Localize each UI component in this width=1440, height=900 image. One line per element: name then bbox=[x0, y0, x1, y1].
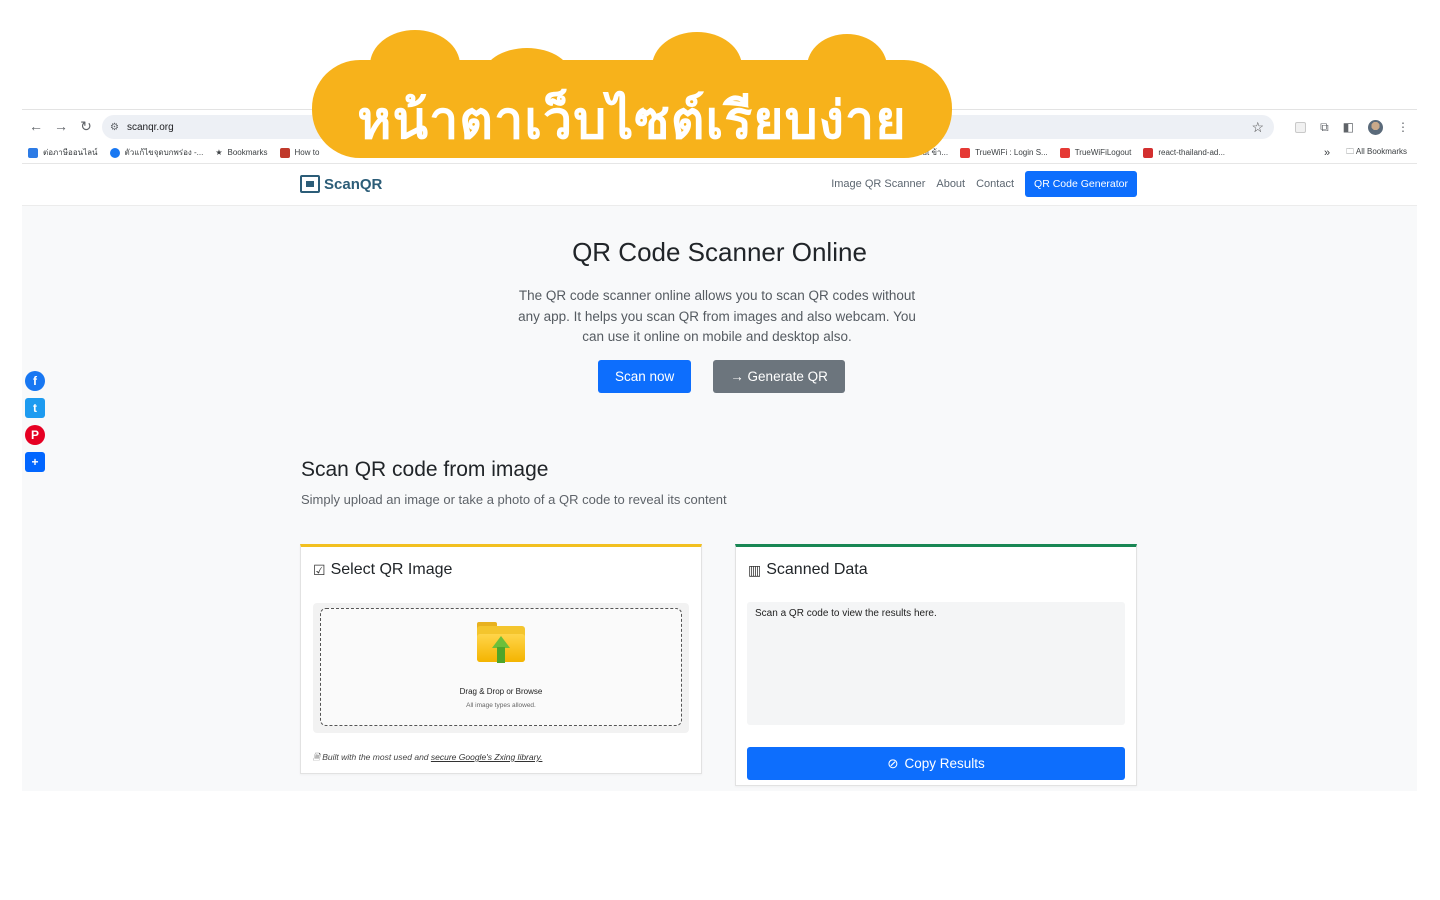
truewifi-favicon bbox=[1059, 147, 1070, 158]
facebook-favicon bbox=[109, 147, 120, 158]
bookmark-item[interactable]: ต่อภาษีออนไลน์ bbox=[28, 146, 98, 159]
bookmark-item[interactable]: react-thailand-ad... bbox=[1143, 147, 1225, 158]
bookmark-item[interactable]: ตัวแก้ไขจุดบกพร่อง -... bbox=[109, 146, 203, 159]
hero-title: QR Code Scanner Online bbox=[572, 237, 867, 267]
top-navigation: Image QR Scanner About Contact QR Code G… bbox=[831, 171, 1137, 197]
hero-description: The QR code scanner online allows you to… bbox=[518, 288, 916, 344]
copy-results-button[interactable]: ⊘ Copy Results bbox=[747, 747, 1125, 780]
results-textarea[interactable]: Scan a QR code to view the results here. bbox=[747, 602, 1125, 725]
zxing-link[interactable]: secure Google's Zxing library. bbox=[431, 752, 543, 762]
bookmark-favicon bbox=[28, 147, 38, 158]
dropzone-subtitle: All image types allowed. bbox=[466, 702, 536, 709]
facebook-icon[interactable]: f bbox=[25, 371, 45, 391]
nav-image-qr-scanner[interactable]: Image QR Scanner bbox=[831, 178, 925, 190]
bookmark-item[interactable]: TrueWiFiLogout bbox=[1059, 147, 1131, 158]
overlay-banner: หน้าตาเว็บไซต์เรียบง่าย bbox=[312, 30, 952, 158]
section-title: Scan QR code from image bbox=[301, 458, 549, 481]
nav-contact[interactable]: Contact bbox=[976, 178, 1014, 190]
bookmark-favicon bbox=[1143, 147, 1154, 158]
extension-icon[interactable] bbox=[1295, 121, 1307, 133]
scan-now-button[interactable]: Scan now bbox=[598, 360, 692, 393]
site-logo[interactable]: ScanQR bbox=[300, 175, 382, 193]
dropzone-wrapper: Drag & Drop or Browse All image types al… bbox=[313, 603, 689, 733]
dropzone-title: Drag & Drop or Browse bbox=[459, 687, 543, 696]
file-icon: 🗎 bbox=[313, 752, 320, 762]
bookmark-item[interactable]: TrueWiFi : Login S... bbox=[960, 147, 1048, 158]
library-footnote: 🗎 Built with the most used and secure Go… bbox=[313, 752, 543, 762]
forward-icon[interactable]: → bbox=[49, 114, 73, 138]
result-card-title: ▥ Scanned Data bbox=[748, 561, 868, 578]
hero-buttons: Scan now → Generate QR bbox=[598, 360, 845, 393]
social-share-bar: f t P + bbox=[25, 371, 45, 472]
select-card-title: ☑ Select QR Image bbox=[313, 561, 453, 578]
star-icon: ★ bbox=[215, 148, 223, 157]
url-text[interactable]: scanqr.org bbox=[127, 122, 174, 133]
generate-qr-button[interactable]: → Generate QR bbox=[713, 360, 845, 393]
menu-kebab-icon[interactable]: ⋮ bbox=[1397, 120, 1409, 134]
bookmark-item[interactable]: ★ Bookmarks bbox=[215, 148, 267, 157]
qr-generator-button[interactable]: QR Code Generator bbox=[1025, 171, 1137, 197]
bookmark-star-icon[interactable]: ☆ bbox=[1251, 119, 1264, 136]
profile-avatar[interactable] bbox=[1368, 119, 1383, 135]
reload-icon[interactable]: ↻ bbox=[74, 114, 98, 138]
share-plus-icon[interactable]: + bbox=[25, 452, 45, 472]
nav-about[interactable]: About bbox=[936, 178, 965, 190]
browser-window: ← → ↻ ⚙ scanqr.org ☆ ⧉ ◧ ⋮ ต่อภาษีออนไลน… bbox=[22, 109, 1417, 791]
qr-logo-icon bbox=[300, 175, 320, 193]
folder-upload-icon bbox=[477, 622, 525, 666]
toolbar-right: ⧉ ◧ ⋮ bbox=[1295, 115, 1409, 139]
image-dropzone[interactable]: Drag & Drop or Browse All image types al… bbox=[320, 608, 682, 726]
site-header: ScanQR Image QR Scanner About Contact QR… bbox=[22, 165, 1417, 206]
site-info-icon[interactable]: ⚙ bbox=[110, 122, 119, 133]
section-subtitle: Simply upload an image or take a photo o… bbox=[301, 492, 727, 507]
more-bookmarks-chevron-icon[interactable]: » bbox=[1324, 147, 1330, 159]
folder-icon: 🗀 bbox=[1346, 147, 1355, 156]
bookmarks-right: » 🗀 All Bookmarks bbox=[1324, 146, 1407, 160]
overlay-caption: หน้าตาเว็บไซต์เรียบง่าย bbox=[357, 91, 907, 151]
back-icon[interactable]: ← bbox=[24, 114, 48, 138]
pinterest-icon[interactable]: P bbox=[25, 425, 45, 445]
truewifi-favicon bbox=[960, 147, 971, 158]
select-qr-card: ☑ Select QR Image Drag & Drop or Browse … bbox=[300, 544, 702, 774]
paperclip-icon: ⊘ bbox=[887, 755, 899, 771]
twitter-icon[interactable]: t bbox=[25, 398, 45, 418]
page-content: QR Code Scanner Online The QR code scann… bbox=[22, 206, 1417, 791]
scanned-data-card: ▥ Scanned Data Scan a QR code to view th… bbox=[735, 544, 1137, 786]
all-bookmarks[interactable]: 🗀 All Bookmarks bbox=[1346, 146, 1407, 160]
extensions-puzzle-icon[interactable]: ⧉ bbox=[1320, 120, 1329, 135]
bookmark-favicon bbox=[279, 147, 290, 158]
check-circle-icon: ☑ bbox=[313, 561, 326, 578]
barcode-icon: ▥ bbox=[748, 561, 762, 578]
side-panel-icon[interactable]: ◧ bbox=[1343, 120, 1354, 134]
